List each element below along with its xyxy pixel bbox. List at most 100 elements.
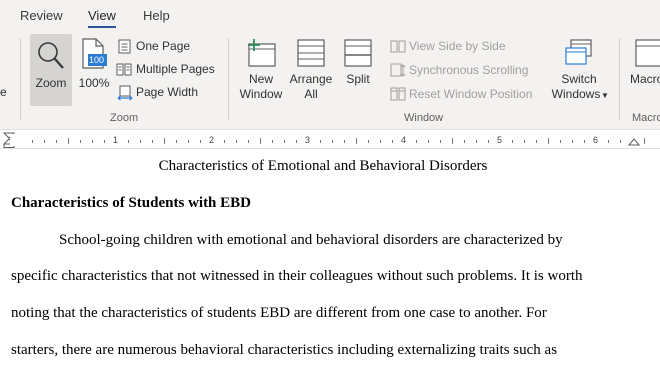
new-window-icon [248, 39, 276, 67]
ruler-tick [476, 140, 477, 143]
tab-help[interactable]: Help [143, 8, 170, 23]
ruler-tick [80, 140, 81, 143]
macros-label: Macro [630, 72, 660, 86]
page-100-icon [82, 38, 107, 69]
ribbon-tab-bar: Review View Help [0, 0, 660, 30]
document-title: Characteristics of Emotional and Behavio… [158, 158, 488, 174]
chevron-down-icon: ▼ [601, 91, 609, 100]
ruler-number: 6 [593, 135, 599, 145]
ruler-tick [224, 140, 225, 143]
ruler-tick [92, 140, 93, 143]
ruler-tick [620, 140, 621, 143]
ruler-track: 1 2 3 4 5 6 [10, 134, 660, 146]
page-width-label: Page Width [136, 85, 199, 99]
ruler-tick [188, 140, 189, 143]
window-group-label: Window [404, 112, 444, 124]
ruler-tick [536, 140, 537, 143]
ruler-tick [440, 140, 441, 143]
ruler-tick [140, 140, 141, 143]
ruler-tick [128, 140, 129, 143]
multiple-pages-button[interactable]: Multiple Pages [116, 61, 220, 79]
zoom-button[interactable]: Zoom [30, 34, 72, 106]
reset-window-position-icon [390, 87, 406, 101]
macros-icon [635, 39, 660, 67]
ruler-tick [416, 140, 417, 143]
ruler-number: 1 [113, 135, 119, 145]
magnifier-icon [38, 42, 64, 69]
ribbon: e Zoom 100 100% One Page Multiple Pages … [0, 30, 660, 130]
arrange-all-label-1: Arrange [289, 72, 333, 86]
ruler-number: 2 [209, 135, 215, 145]
ruler-tick [152, 140, 153, 143]
page-width-icon [117, 85, 133, 101]
ruler-tick [392, 140, 393, 143]
ruler-tick [524, 140, 525, 143]
arrange-all-label-2: All [304, 87, 318, 101]
ruler-tick [584, 140, 585, 143]
group-separator [619, 38, 620, 120]
ruler-tick [104, 140, 105, 143]
group-separator [228, 38, 229, 120]
macros-button[interactable]: Macro [626, 34, 660, 106]
paragraph-line: starters, there are numerous behavioral … [11, 342, 558, 358]
ruler-number: 5 [497, 135, 503, 145]
document-page[interactable]: Characteristics of Emotional and Behavio… [0, 150, 660, 372]
ruler-tick [248, 140, 249, 143]
paragraph-line: noting that the characteristics of stude… [11, 305, 547, 321]
switch-windows-label-2: Windows [551, 87, 601, 101]
one-page-icon [118, 39, 131, 54]
one-page-button[interactable]: One Page [116, 38, 216, 56]
page-width-button[interactable]: Page Width [116, 84, 210, 102]
ruler-tick [236, 140, 237, 143]
ruler-tick [452, 138, 453, 144]
ruler-tick [344, 140, 345, 143]
ruler-tick [272, 140, 273, 143]
ruler-tick [548, 138, 549, 144]
ruler-tick [464, 140, 465, 143]
switch-windows-button[interactable]: Switch Windows ▼ [546, 34, 612, 106]
multiple-pages-label: Multiple Pages [136, 62, 215, 76]
ruler-tick [44, 140, 45, 143]
arrange-all-button[interactable]: Arrange All [287, 34, 335, 106]
ruler-tick [68, 138, 69, 144]
ruler-tick [380, 140, 381, 143]
zoom-100-label: 100% [78, 76, 110, 90]
reset-window-position-button[interactable]: Reset Window Position [388, 86, 538, 104]
view-side-by-side-button[interactable]: View Side by Side [388, 38, 528, 56]
tab-view[interactable]: View [88, 8, 116, 28]
ruler-tick [644, 138, 645, 144]
ruler-tick [488, 140, 489, 143]
ruler-tick [512, 140, 513, 143]
reset-window-position-label: Reset Window Position [409, 87, 533, 101]
zoom-label: Zoom [35, 76, 67, 90]
section-heading: Characteristics of Students with EBD [11, 195, 251, 211]
tab-review[interactable]: Review [20, 8, 63, 23]
side-by-side-icon [390, 40, 406, 53]
zoom-group-label: Zoom [110, 112, 139, 124]
partial-left-label: e [0, 85, 7, 99]
ruler-tick [296, 140, 297, 143]
horizontal-ruler[interactable]: 1 2 3 4 5 6 [0, 131, 660, 149]
synchronous-scrolling-icon [390, 63, 406, 77]
split-button[interactable]: Split [338, 34, 378, 106]
zoom-100-button[interactable]: 100 100% [78, 34, 110, 106]
ruler-tick [560, 140, 561, 143]
macros-group-label: Macro [632, 112, 660, 124]
right-indent-marker-icon[interactable] [628, 136, 640, 146]
arrange-all-icon [297, 39, 325, 67]
ruler-tick [428, 140, 429, 143]
synchronous-scrolling-button[interactable]: Synchronous Scrolling [388, 62, 538, 80]
ruler-tick [176, 140, 177, 143]
multiple-pages-icon [116, 63, 132, 76]
ruler-tick [320, 140, 321, 143]
ruler-tick [368, 140, 369, 143]
group-separator [20, 38, 21, 120]
new-window-label-1: New [248, 72, 273, 86]
ruler-tick [572, 140, 573, 143]
ruler-tick [164, 138, 165, 144]
paragraph-line: School-going children with emotional and… [59, 232, 563, 248]
one-page-label: One Page [136, 39, 191, 53]
ruler-tick [56, 140, 57, 143]
ruler-tick [32, 140, 33, 143]
new-window-button[interactable]: New Window [236, 34, 286, 106]
